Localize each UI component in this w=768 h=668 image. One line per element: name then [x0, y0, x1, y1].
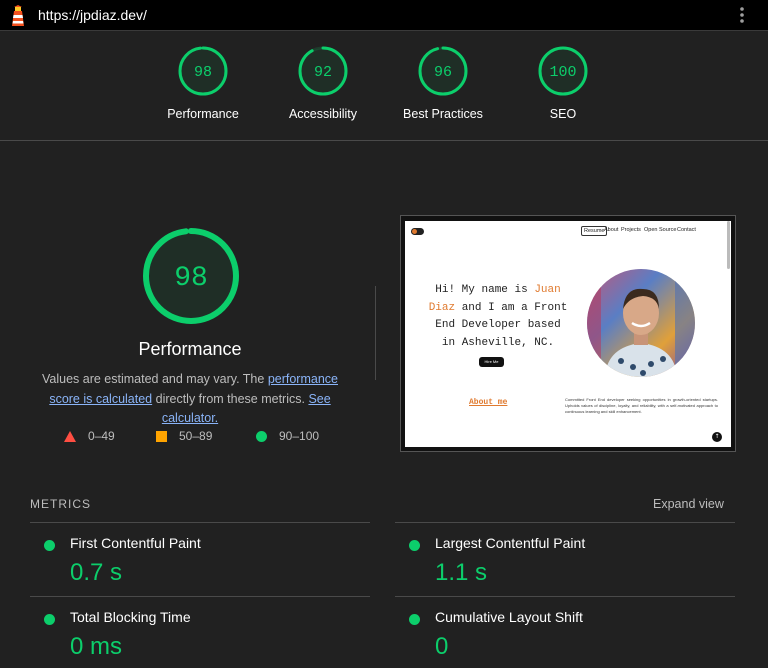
expand-view-button[interactable]: Expand view — [653, 497, 724, 511]
legend-range: 0–49 — [88, 429, 115, 443]
score-label: Performance — [167, 107, 239, 121]
nav-projects: Projects — [621, 227, 641, 233]
legend-pass: 90–100 — [256, 429, 319, 443]
performance-description: Values are estimated and may vary. The p… — [25, 370, 355, 429]
desc-text: directly from these metrics. — [152, 391, 309, 406]
metric-lcp: Largest Contentful Paint 1.1 s — [395, 528, 735, 600]
metrics-heading: METRICS — [30, 497, 91, 511]
score-label: Accessibility — [288, 107, 358, 121]
gauge-best-practices[interactable]: 96 Best Practices — [393, 46, 493, 141]
about-text: Committed Front End developer seeking op… — [565, 397, 718, 414]
score-value: 96 — [434, 64, 452, 81]
score-value: 92 — [314, 64, 332, 81]
divider — [30, 522, 370, 523]
gauge-performance[interactable]: 98 Performance — [153, 46, 253, 141]
gauge-seo[interactable]: 100 SEO — [513, 46, 613, 141]
legend-fail: 0–49 — [64, 429, 115, 443]
metric-tbt: Total Blocking Time 0 ms — [30, 602, 370, 668]
metric-fcp: First Contentful Paint 0.7 s — [30, 528, 370, 600]
metric-name: First Contentful Paint — [70, 535, 201, 551]
page-url[interactable]: https://jpdiaz.dev/ — [38, 7, 147, 23]
lighthouse-icon — [12, 5, 24, 26]
score-ring-icon: 100 — [538, 46, 588, 96]
hero-name: Juan — [534, 284, 561, 296]
legend-range: 90–100 — [279, 429, 320, 443]
metric-value: 0.7 s — [70, 559, 123, 586]
hero-text: Hi! My name is Juan Diaz and I am a Fron… — [405, 282, 591, 352]
score-label: SEO — [549, 107, 577, 121]
nav-contact: Contact — [677, 227, 696, 233]
profile-photo — [587, 269, 695, 377]
hero-text-part: in Asheville, NC. — [441, 336, 555, 349]
metric-value: 1.1 s — [435, 559, 488, 586]
pass-circle-icon — [44, 614, 55, 625]
theme-toggle-icon — [411, 228, 424, 235]
score-ring-icon: 92 — [298, 46, 348, 96]
scroll-top-icon: ↑ — [712, 432, 722, 442]
metric-cls: Cumulative Layout Shift 0 — [395, 602, 735, 668]
square-icon — [156, 431, 167, 443]
score-label: Best Practices — [403, 107, 483, 121]
performance-score: 98 — [174, 263, 208, 294]
divider — [375, 286, 376, 380]
top-bar: https://jpdiaz.dev/ — [0, 0, 768, 31]
kebab-menu-icon[interactable] — [737, 6, 747, 24]
about-me-link: About me — [469, 398, 508, 407]
nav-open-source: Open Source — [644, 227, 677, 233]
hero-name: Diaz — [428, 301, 456, 314]
hero-text-part: End Developer based — [435, 319, 561, 331]
gauge-accessibility[interactable]: 92 Accessibility — [273, 46, 373, 141]
circle-icon — [256, 431, 267, 443]
nav-about: About — [604, 227, 619, 233]
pass-circle-icon — [409, 540, 420, 551]
performance-gauge: 98 — [143, 228, 239, 324]
desc-text: Values are estimated and may vary. The — [42, 372, 268, 386]
hire-me-button: Hire Me — [479, 357, 504, 367]
scrollbar — [727, 221, 730, 269]
triangle-icon — [64, 431, 76, 443]
metric-value: 0 ms — [70, 633, 123, 660]
score-ring-icon: 96 — [418, 46, 468, 96]
legend-range: 50–89 — [179, 429, 213, 443]
pass-circle-icon — [409, 614, 420, 625]
legend-average: 50–89 — [156, 429, 212, 443]
divider — [30, 596, 370, 597]
score-gauges: 98 Performance 92 Accessibility 96 Best … — [0, 31, 768, 141]
metric-value: 0 — [435, 633, 449, 660]
pass-circle-icon — [44, 540, 55, 551]
metric-name: Total Blocking Time — [70, 609, 191, 625]
divider — [395, 596, 735, 597]
divider — [395, 522, 735, 523]
metric-name: Cumulative Layout Shift — [435, 609, 583, 625]
score-ring-icon: 98 — [178, 46, 228, 96]
hero-text-part: Hi! My name is — [435, 284, 535, 296]
performance-title: Performance — [138, 339, 242, 359]
score-value: 100 — [549, 64, 576, 81]
hero-text-part: and I am a Front — [455, 301, 568, 314]
metric-name: Largest Contentful Paint — [435, 535, 586, 551]
score-value: 98 — [194, 64, 212, 81]
final-screenshot: Resume About Projects Open Source Contac… — [405, 221, 731, 447]
